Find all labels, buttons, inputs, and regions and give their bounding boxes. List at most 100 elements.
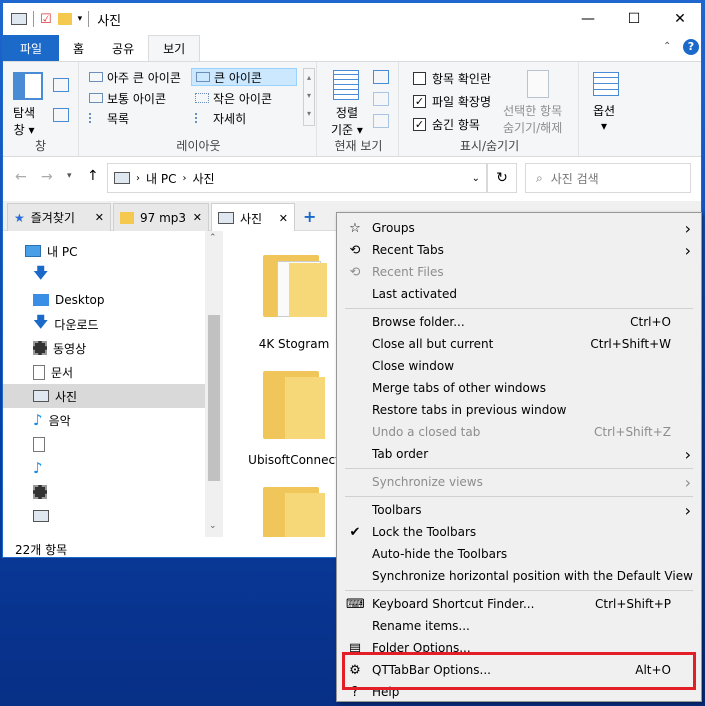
size-columns-icon[interactable] — [373, 114, 389, 128]
sort-by-button[interactable]: 정렬 기준 ▾ — [331, 104, 363, 138]
recent-locations-icon[interactable]: ▾ — [67, 171, 72, 181]
preview-pane-icon[interactable] — [53, 78, 69, 92]
menu-item[interactable]: Synchronize horizontal position with the… — [337, 565, 701, 587]
file-extensions-checkbox[interactable]: ✓ — [413, 95, 426, 108]
close-tab-icon[interactable]: ✕ — [193, 211, 202, 224]
menu-item[interactable]: Auto-hide the Toolbars — [337, 543, 701, 565]
menu-item[interactable]: ⌨ Keyboard Shortcut Finder... Ctrl+Shift+P — [337, 593, 701, 615]
refresh-button[interactable]: ↻ — [487, 163, 517, 193]
qt-tab-favorites[interactable]: ★ 즐겨찾기 ✕ — [7, 203, 111, 231]
tree-item[interactable]: ♪ — [3, 456, 205, 480]
menu-item[interactable]: ⟲ Recent Tabs › — [337, 239, 701, 261]
qat-dropdown-icon[interactable]: ▾ — [78, 14, 83, 24]
tree-item[interactable] — [3, 480, 205, 504]
hide-selected-button[interactable]: 선택한 항목 숨기기/해제 — [503, 102, 562, 136]
navigation-pane-button[interactable]: 탐색 창 ▾ — [13, 104, 35, 138]
back-arrow-icon[interactable]: ← — [15, 169, 27, 185]
details-pane-icon[interactable] — [53, 108, 69, 122]
qt-tab-photos[interactable]: 사진 ✕ — [211, 203, 295, 232]
tree-item-downloads[interactable]: 🡇 다운로드 — [3, 312, 205, 336]
chevron-right-icon[interactable]: › — [182, 173, 186, 184]
tree-item-desktop[interactable]: Desktop — [3, 288, 205, 312]
menu-item[interactable]: ✔ Lock the Toolbars — [337, 521, 701, 543]
qt-tab-mp3[interactable]: 97 mp3 ✕ — [113, 203, 209, 231]
layout-icon — [89, 72, 103, 82]
menu-item[interactable]: Rename items... — [337, 615, 701, 637]
tree-item[interactable] — [3, 432, 205, 456]
menu-item[interactable]: Last activated — [337, 283, 701, 305]
item-checkboxes-toggle[interactable]: 항목 확인란 — [413, 70, 491, 87]
new-tab-icon[interactable]: + — [303, 207, 316, 226]
layout-group-label: 레이아웃 — [176, 139, 221, 153]
tree-item-label: 다운로드 — [54, 317, 99, 332]
tree-item-documents[interactable]: 문서 — [3, 360, 205, 384]
qttabbar-context-menu: ☆ Groups › ⟲ Recent Tabs › ⟲ Recent Files Last a… — [336, 212, 702, 702]
maximize-button[interactable]: ☐ — [611, 3, 657, 35]
menu-item[interactable]: ⟲ Recent Files — [337, 261, 701, 283]
close-window-button[interactable]: ✕ — [657, 3, 701, 35]
chevron-right-icon[interactable]: › — [136, 173, 140, 184]
layout-scroll-arrows[interactable]: ▴ ▾ ▾ — [303, 68, 315, 126]
group-by-icon[interactable] — [373, 70, 389, 84]
menu-item[interactable]: ☆ Groups › — [337, 217, 701, 239]
tab-share[interactable]: 공유 — [98, 35, 148, 61]
address-dropdown-icon[interactable]: ⌄ — [472, 173, 480, 184]
menu-item[interactable]: Close all but current Ctrl+Shift+W — [337, 333, 701, 355]
tree-item-music[interactable]: ♪ 음악 — [3, 408, 205, 432]
layout-details[interactable]: 자세히 — [191, 109, 250, 127]
tree-item[interactable] — [3, 504, 205, 528]
download-arrow-icon: 🡇 — [33, 312, 49, 331]
folder-icon[interactable] — [259, 365, 329, 439]
layout-icon — [89, 113, 103, 123]
menu-item-label: Lock the Toolbars — [372, 525, 477, 539]
tree-item-photos[interactable]: 사진 — [3, 384, 205, 408]
menu-item[interactable]: Toolbars › — [337, 499, 701, 521]
tree-scrollbar[interactable]: ⌃ ⌄ — [205, 231, 223, 537]
close-tab-icon[interactable]: ✕ — [95, 211, 104, 224]
folder-name[interactable]: 4K Stogram — [239, 337, 349, 351]
menu-item[interactable]: Close window — [337, 355, 701, 377]
hidden-items-checkbox[interactable]: ✓ — [413, 118, 426, 131]
menu-item[interactable]: Undo a closed tab Ctrl+Shift+Z — [337, 421, 701, 443]
add-columns-icon[interactable] — [373, 92, 389, 106]
breadcrumb-my-pc[interactable]: 내 PC — [146, 170, 176, 187]
properties-icon[interactable]: ☑ — [40, 12, 52, 27]
menu-item[interactable]: Browse folder... Ctrl+O — [337, 311, 701, 333]
search-box[interactable]: ⌕ 사진 검색 — [525, 163, 691, 193]
scroll-down-icon[interactable]: ⌄ — [209, 521, 217, 531]
options-button[interactable]: 옵션 ▾ — [593, 102, 615, 133]
folder-icon[interactable] — [259, 249, 329, 319]
forward-arrow-icon[interactable]: → — [41, 169, 53, 185]
breadcrumb-photos[interactable]: 사진 — [192, 170, 214, 187]
help-icon[interactable]: ? — [683, 39, 699, 55]
tab-view[interactable]: 보기 — [148, 35, 201, 61]
tree-item[interactable]: 🡇 — [3, 263, 205, 287]
menu-item[interactable]: Tab order › — [337, 443, 701, 465]
layout-extra-large-icons[interactable]: 아주 큰 아이콘 — [85, 68, 185, 86]
hidden-items-toggle[interactable]: ✓ 숨긴 항목 — [413, 116, 480, 133]
folder-name[interactable]: UbisoftConnect — [239, 453, 349, 467]
menu-item[interactable]: Merge tabs of other windows — [337, 377, 701, 399]
tree-item-my-pc[interactable]: 내 PC — [3, 239, 205, 263]
close-tab-icon[interactable]: ✕ — [279, 212, 288, 225]
address-bar[interactable]: › 내 PC › 사진 ⌄ — [107, 163, 487, 193]
layout-small-icons[interactable]: 작은 아이콘 — [191, 89, 276, 107]
menu-item[interactable]: Synchronize views › — [337, 471, 701, 493]
minimize-button[interactable]: — — [565, 3, 611, 35]
scroll-thumb[interactable] — [208, 315, 220, 481]
menu-item-label: Rename items... — [372, 619, 470, 633]
tab-home[interactable]: 홈 — [59, 35, 98, 61]
menu-item[interactable]: Restore tabs in previous window — [337, 399, 701, 421]
item-checkboxes-checkbox[interactable] — [413, 72, 426, 85]
qat-divider — [88, 11, 90, 27]
tree-item-videos[interactable]: 동영상 — [3, 336, 205, 360]
scroll-up-icon[interactable]: ⌃ — [209, 233, 217, 243]
layout-medium-icons[interactable]: 보통 아이콘 — [85, 89, 170, 107]
tab-file[interactable]: 파일 — [3, 35, 59, 61]
up-arrow-icon[interactable]: ↑ — [87, 168, 99, 184]
layout-large-icons[interactable]: 큰 아이콘 — [191, 68, 297, 86]
layout-list[interactable]: 목록 — [85, 109, 133, 127]
file-extensions-toggle[interactable]: ✓ 파일 확장명 — [413, 93, 491, 110]
new-folder-icon[interactable] — [57, 13, 72, 25]
collapse-ribbon-icon[interactable]: ⌃ — [663, 41, 671, 52]
